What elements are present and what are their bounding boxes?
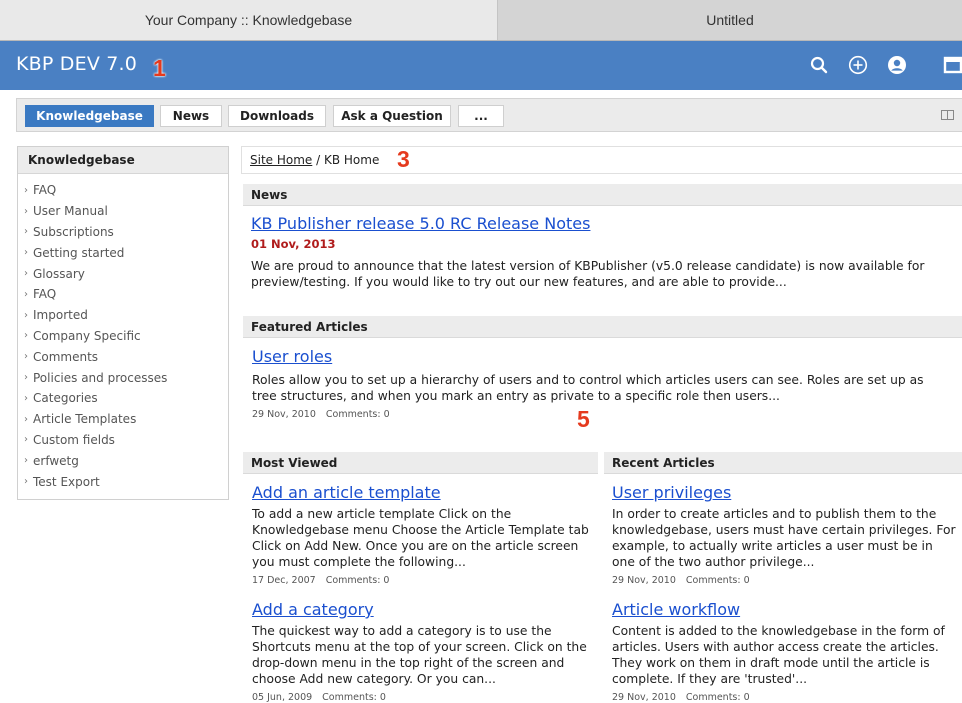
sidebar-item-comments[interactable]: › Comments [18, 346, 228, 367]
sidebar-item-article-templates[interactable]: › Article Templates [18, 409, 228, 430]
chevron-right-icon: › [24, 247, 28, 259]
search-icon[interactable] [808, 54, 830, 76]
add-circle-icon[interactable] [847, 54, 869, 76]
sidebar-item-imported[interactable]: › Imported [18, 305, 228, 326]
recent-article-summary: In order to create articles and to publi… [612, 507, 956, 569]
user-circle-icon[interactable] [886, 54, 908, 76]
chevron-right-icon: › [24, 330, 28, 342]
recent-articles-heading: Recent Articles [604, 452, 962, 474]
most-viewed-meta: 05 Jun, 2009 Comments: 0 [252, 692, 386, 703]
app-title[interactable]: KBP DEV 7.0 [16, 53, 137, 75]
chevron-right-icon: › [24, 434, 28, 446]
sidebar-item-test-export[interactable]: › Test Export [18, 471, 228, 492]
article-date: 17 Dec, 2007 [252, 575, 316, 586]
chevron-right-icon: › [24, 455, 28, 467]
most-viewed-meta: 17 Dec, 2007 Comments: 0 [252, 575, 389, 586]
recent-article-title-link[interactable]: Article workflow [612, 600, 740, 619]
menu-knowledgebase[interactable]: Knowledgebase [25, 105, 154, 127]
recent-article-summary: Content is added to the knowledgebase in… [612, 624, 945, 686]
sidebar: Knowledgebase › FAQ › User Manual › Subscri… [17, 146, 229, 500]
menu-news[interactable]: News [160, 105, 222, 127]
marker-1: 1 [153, 55, 166, 81]
most-viewed-summary: To add a new article template Click on t… [252, 507, 589, 569]
chevron-right-icon: › [24, 351, 28, 363]
sidebar-item-getting-started[interactable]: › Getting started [18, 242, 228, 263]
chevron-right-icon: › [24, 288, 28, 300]
chevron-right-icon: › [24, 392, 28, 404]
browser-tab-untitled[interactable]: Untitled [498, 0, 962, 40]
recent-article-title-link[interactable]: User privileges [612, 483, 731, 502]
article-date: 05 Jun, 2009 [252, 692, 313, 703]
chevron-right-icon: › [24, 226, 28, 238]
most-viewed-heading: Most Viewed [243, 452, 598, 474]
chevron-right-icon: › [24, 372, 28, 384]
chevron-right-icon: › [24, 205, 28, 217]
browser-tab-active[interactable]: Your Company :: Knowledgebase [0, 0, 498, 40]
article-comments-count: Comments: 0 [325, 409, 390, 420]
menu-downloads[interactable]: Downloads [228, 105, 326, 127]
window-icon[interactable] [942, 54, 962, 76]
breadcrumb: Site Home / KB Home [241, 146, 962, 174]
sidebar-item-glossary[interactable]: › Glossary [18, 263, 228, 284]
news-section-heading: News [243, 184, 962, 206]
news-summary: We are proud to announce that the latest… [251, 259, 925, 289]
sidebar-item-categories[interactable]: › Categories [18, 388, 228, 409]
featured-article-title-link[interactable]: User roles [252, 347, 332, 366]
sidebar-item-faq[interactable]: › FAQ [18, 180, 228, 201]
featured-summary: Roles allow you to set up a hierarchy of… [252, 373, 924, 403]
chevron-right-icon: › [24, 413, 28, 425]
sidebar-item-erfwetg[interactable]: › erfwetg [18, 450, 228, 471]
marker-5: 5 [577, 406, 590, 432]
featured-meta: 29 Nov, 2010 Comments: 0 [252, 409, 390, 420]
browser-tab-bar: Your Company :: Knowledgebase Untitled [0, 0, 962, 41]
sidebar-item-custom-fields[interactable]: › Custom fields [18, 430, 228, 451]
news-date: 01 Nov, 2013 [251, 237, 336, 251]
breadcrumb-current: KB Home [323, 153, 380, 167]
article-date: 29 Nov, 2010 [252, 409, 316, 420]
chevron-right-icon: › [24, 268, 28, 280]
most-viewed-title-link[interactable]: Add a category [252, 600, 374, 619]
sidebar-item-faq-2[interactable]: › FAQ [18, 284, 228, 305]
chevron-right-icon: › [24, 309, 28, 321]
chevron-right-icon: › [24, 476, 28, 488]
most-viewed-title-link[interactable]: Add an article template [252, 483, 441, 502]
menu-ask-question[interactable]: Ask a Question [333, 105, 451, 127]
sidebar-title: Knowledgebase [18, 147, 228, 174]
article-comments-count: Comments: 0 [685, 575, 750, 586]
most-viewed-summary: The quickest way to add a category is to… [252, 624, 587, 686]
news-article-title-link[interactable]: KB Publisher release 5.0 RC Release Note… [251, 214, 590, 233]
recent-article-meta: 29 Nov, 2010 Comments: 0 [612, 692, 750, 703]
article-date: 29 Nov, 2010 [612, 692, 676, 703]
sidebar-item-subscriptions[interactable]: › Subscriptions [18, 222, 228, 243]
breadcrumb-site-home-link[interactable]: Site Home [250, 153, 312, 167]
featured-section-heading: Featured Articles [243, 316, 962, 338]
menu-more[interactable]: ... [458, 105, 504, 127]
article-comments-count: Comments: 0 [322, 692, 386, 703]
category-list: › FAQ › User Manual › Subscriptions › Gettin… [18, 174, 228, 492]
main-menu-bar: Knowledgebase News Downloads Ask a Quest… [16, 98, 962, 132]
sidebar-item-user-manual[interactable]: › User Manual [18, 201, 228, 222]
chevron-right-icon: › [24, 184, 28, 196]
app-header: KBP DEV 7.0 [0, 41, 962, 90]
recent-article-meta: 29 Nov, 2010 Comments: 0 [612, 575, 750, 586]
article-comments-count: Comments: 0 [325, 575, 390, 586]
article-comments-count: Comments: 0 [685, 692, 750, 703]
article-date: 29 Nov, 2010 [612, 575, 676, 586]
sidebar-item-company-specific[interactable]: › Company Specific [18, 326, 228, 347]
breadcrumb-separator: / [312, 153, 324, 167]
sidebar-item-policies[interactable]: › Policies and processes [18, 367, 228, 388]
layout-toggle-icon[interactable] [941, 110, 954, 120]
